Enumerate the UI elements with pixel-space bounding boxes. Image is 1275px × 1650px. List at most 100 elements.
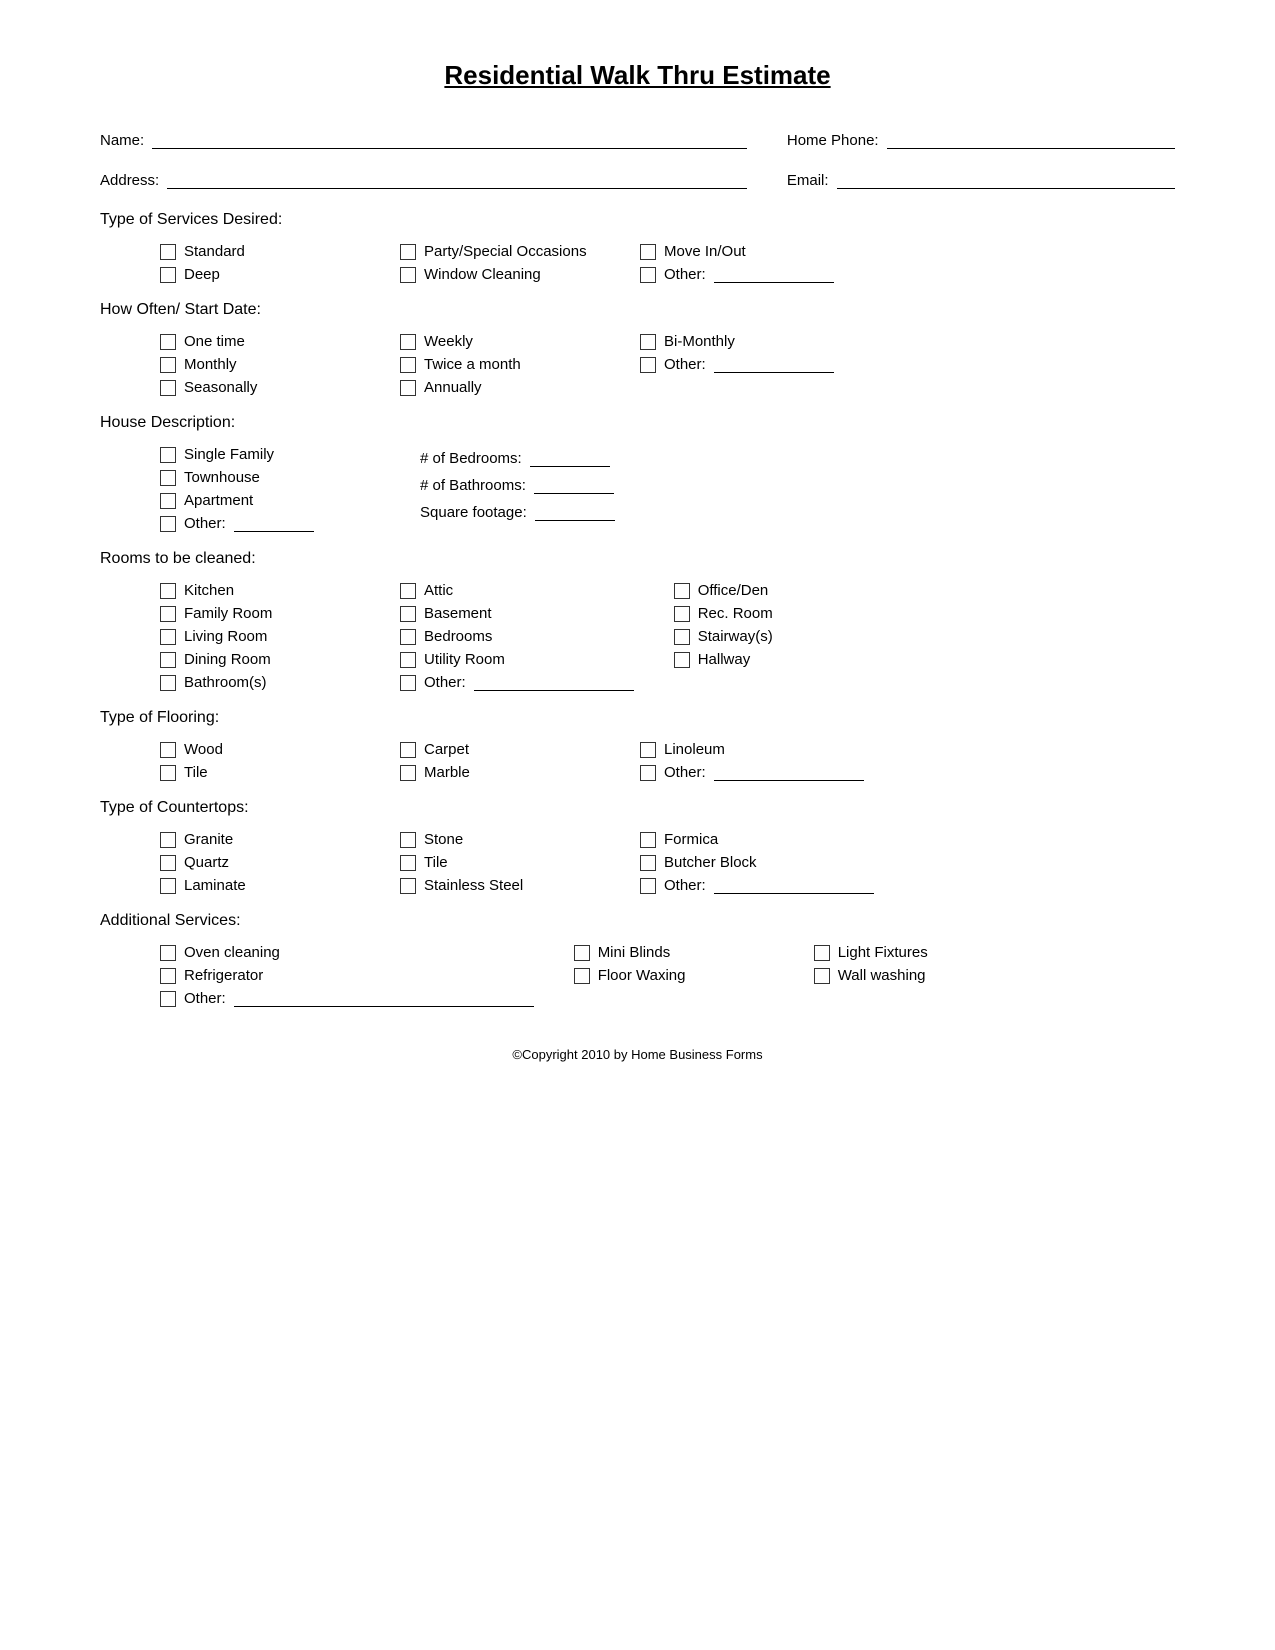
name-phone-row: Name: Home Phone: <box>100 131 1175 149</box>
flooring-col3: Linoleum Other: <box>640 741 864 781</box>
email-input-line[interactable] <box>837 171 1175 189</box>
checkbox-annually[interactable] <box>400 380 416 396</box>
checkbox-seasonally[interactable] <box>160 380 176 396</box>
checkbox-townhouse[interactable] <box>160 470 176 486</box>
add-other-line[interactable] <box>234 991 534 1007</box>
counter-stone-label: Stone <box>424 831 463 848</box>
rooms-col2: Attic Basement Bedrooms Utility Room Oth… <box>400 582 634 691</box>
address-input-line[interactable] <box>167 171 747 189</box>
add-ovencleaning-label: Oven cleaning <box>184 944 280 961</box>
list-item: Linoleum <box>640 741 864 758</box>
checkbox-tile[interactable] <box>160 765 176 781</box>
floor-other-line[interactable] <box>714 765 864 781</box>
checkbox-monthly[interactable] <box>160 357 176 373</box>
list-item: Office/Den <box>674 582 874 599</box>
floor-linoleum-label: Linoleum <box>664 741 725 758</box>
checkbox-wood[interactable] <box>160 742 176 758</box>
list-item: Family Room <box>160 605 360 622</box>
checkbox-quartz[interactable] <box>160 855 176 871</box>
checkbox-stainless[interactable] <box>400 878 416 894</box>
service-party-label: Party/Special Occasions <box>424 243 587 260</box>
room-utilityroom-label: Utility Room <box>424 651 505 668</box>
checkbox-officeden[interactable] <box>674 583 690 599</box>
flooring-col1: Wood Tile <box>160 741 360 781</box>
checkbox-hallway[interactable] <box>674 652 690 668</box>
house-checkboxes: Single Family Townhouse Apartment Other:… <box>160 446 1175 532</box>
checkbox-add-other[interactable] <box>160 991 176 1007</box>
checkbox-room-other[interactable] <box>400 675 416 691</box>
counter-other-line[interactable] <box>714 878 874 894</box>
checkbox-livingroom[interactable] <box>160 629 176 645</box>
counter-butcherblock-label: Butcher Block <box>664 854 757 871</box>
checkbox-granite[interactable] <box>160 832 176 848</box>
checkbox-weekly[interactable] <box>400 334 416 350</box>
checkbox-house-other[interactable] <box>160 516 176 532</box>
list-item: Wall washing <box>814 967 1014 984</box>
checkbox-diningroom[interactable] <box>160 652 176 668</box>
list-item: Floor Waxing <box>574 967 774 984</box>
bathrooms-line[interactable] <box>534 478 614 494</box>
freq-bimonthly-label: Bi-Monthly <box>664 333 735 350</box>
home-phone-input-line[interactable] <box>887 131 1175 149</box>
counter-tile-label: Tile <box>424 854 448 871</box>
checkbox-party[interactable] <box>400 244 416 260</box>
checkbox-standard[interactable] <box>160 244 176 260</box>
room-basement-label: Basement <box>424 605 492 622</box>
checkbox-formica[interactable] <box>640 832 656 848</box>
checkbox-refrigerator[interactable] <box>160 968 176 984</box>
house-col1: Single Family Townhouse Apartment Other: <box>160 446 360 532</box>
checkbox-counter-other[interactable] <box>640 878 656 894</box>
checkbox-bathrooms[interactable] <box>160 675 176 691</box>
checkbox-onetime[interactable] <box>160 334 176 350</box>
checkbox-counter-tile[interactable] <box>400 855 416 871</box>
checkbox-butcherblock[interactable] <box>640 855 656 871</box>
list-item: Twice a month <box>400 356 600 373</box>
service-other-line[interactable] <box>714 267 834 283</box>
name-input-line[interactable] <box>152 131 747 149</box>
checkbox-lightfixtures[interactable] <box>814 945 830 961</box>
checkbox-other-freq[interactable] <box>640 357 656 373</box>
checkbox-apartment[interactable] <box>160 493 176 509</box>
checkbox-ovencleaning[interactable] <box>160 945 176 961</box>
checkbox-stone[interactable] <box>400 832 416 848</box>
list-item: Deep <box>160 266 360 283</box>
checkbox-window[interactable] <box>400 267 416 283</box>
checkbox-recroom[interactable] <box>674 606 690 622</box>
freq-other-line[interactable] <box>714 357 834 373</box>
checkbox-moveinout[interactable] <box>640 244 656 260</box>
checkbox-marble[interactable] <box>400 765 416 781</box>
freq-onetime-label: One time <box>184 333 245 350</box>
bedrooms-label: # of Bedrooms: <box>420 450 522 467</box>
house-other-line[interactable] <box>234 516 314 532</box>
checkbox-other-service[interactable] <box>640 267 656 283</box>
checkbox-attic[interactable] <box>400 583 416 599</box>
checkbox-laminate[interactable] <box>160 878 176 894</box>
checkbox-kitchen[interactable] <box>160 583 176 599</box>
checkbox-singlefamily[interactable] <box>160 447 176 463</box>
checkbox-floor-other[interactable] <box>640 765 656 781</box>
checkbox-linoleum[interactable] <box>640 742 656 758</box>
list-item: Oven cleaning <box>160 944 534 961</box>
checkbox-carpet[interactable] <box>400 742 416 758</box>
checkbox-twiceamonth[interactable] <box>400 357 416 373</box>
bedrooms-line[interactable] <box>530 451 610 467</box>
checkbox-utilityroom[interactable] <box>400 652 416 668</box>
room-other-line[interactable] <box>474 675 634 691</box>
sqft-line[interactable] <box>535 505 615 521</box>
service-deep-label: Deep <box>184 266 220 283</box>
house-other-label: Other: <box>184 515 226 532</box>
email-label: Email: <box>787 172 829 189</box>
checkbox-basement[interactable] <box>400 606 416 622</box>
checkbox-floorwaxing[interactable] <box>574 968 590 984</box>
checkbox-bimonthly[interactable] <box>640 334 656 350</box>
checkbox-wallwashing[interactable] <box>814 968 830 984</box>
checkbox-familyroom[interactable] <box>160 606 176 622</box>
checkbox-miniblinds[interactable] <box>574 945 590 961</box>
checkbox-stairways[interactable] <box>674 629 690 645</box>
sqft-label: Square footage: <box>420 504 527 521</box>
checkbox-bedrooms[interactable] <box>400 629 416 645</box>
list-item: One time <box>160 333 360 350</box>
checkbox-deep[interactable] <box>160 267 176 283</box>
room-livingroom-label: Living Room <box>184 628 267 645</box>
list-item: Party/Special Occasions <box>400 243 600 260</box>
